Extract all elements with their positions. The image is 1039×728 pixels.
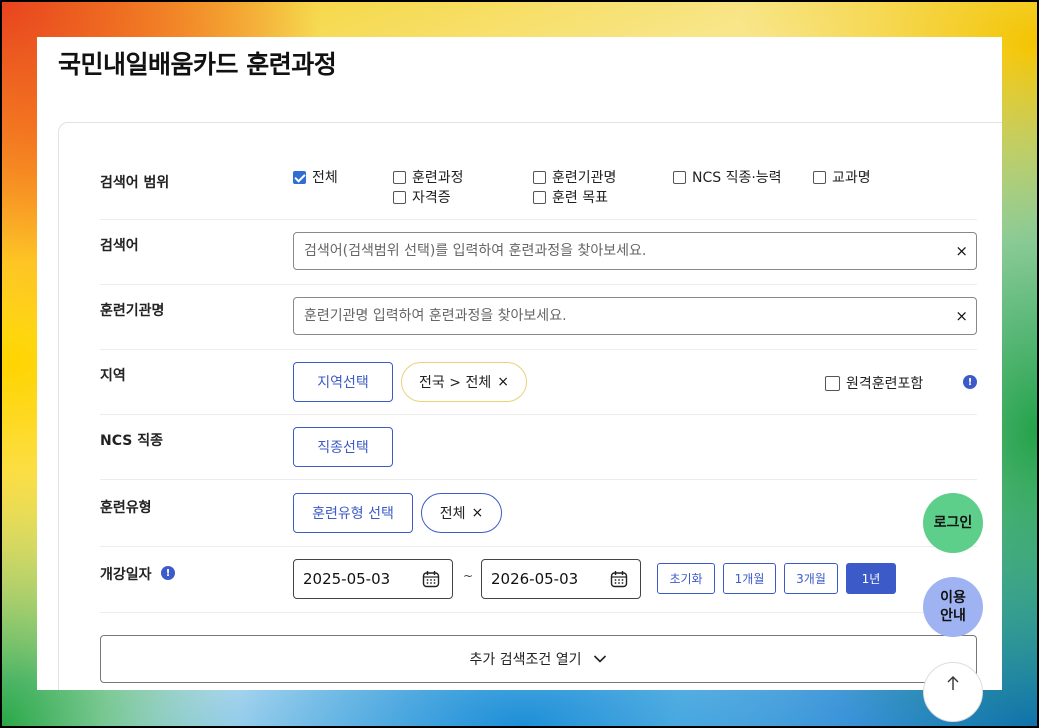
checkbox-icon[interactable] [393, 190, 406, 204]
start-date-input[interactable]: 2025-05-03 [293, 559, 453, 599]
date-reset-button[interactable]: 초기화 [657, 563, 715, 594]
checkbox-icon[interactable] [393, 170, 406, 184]
ncs-label: NCS 직종 [100, 433, 163, 449]
scope-subject-checkbox[interactable]: 교과명 [813, 167, 871, 187]
training-type-chip: 전체 × [421, 493, 502, 533]
region-row: 지역 지역선택 전국 > 전체 × 원격훈련포함 ! [100, 350, 977, 415]
guide-label-line2: 안내 [940, 608, 966, 624]
more-conditions-label: 추가 검색조건 열기 [469, 652, 582, 668]
date-3month-button[interactable]: 3개월 [784, 563, 838, 594]
keyword-input[interactable] [294, 233, 924, 269]
region-chip: 전국 > 전체 × [401, 362, 527, 402]
page-title: 국민내일배움카드 훈련과정 [58, 50, 337, 79]
remote-training-label: 원격훈련포함 [846, 376, 924, 392]
scope-course-checkbox[interactable]: 훈련과정 [393, 167, 464, 187]
end-date-input[interactable]: 2026-05-03 [481, 559, 641, 599]
keyword-field[interactable]: × [293, 232, 977, 270]
region-select-button[interactable]: 지역선택 [293, 362, 393, 402]
info-icon[interactable]: ! [963, 375, 977, 389]
main-card: 국민내일배움카드 훈련과정 검색어 범위 전체 훈련과정 훈련기관명 NCS 직… [37, 37, 1002, 690]
search-panel: 검색어 범위 전체 훈련과정 훈련기관명 NCS 직종·능력 교과명 자격증 훈… [58, 122, 1002, 690]
checkbox-icon[interactable] [533, 190, 546, 204]
scope-institution-checkbox[interactable]: 훈련기관명 [533, 167, 616, 187]
guide-button[interactable]: 이용 안내 [923, 577, 983, 637]
clear-keyword-icon[interactable]: × [955, 242, 968, 260]
clear-institution-icon[interactable]: × [955, 307, 968, 325]
checkbox-checked-icon[interactable] [293, 170, 306, 184]
scope-course-label: 훈련과정 [412, 170, 464, 186]
institution-label: 훈련기관명 [100, 303, 165, 319]
remove-training-type-icon[interactable]: × [472, 505, 484, 521]
arrow-up-icon [947, 676, 959, 690]
training-type-select-button[interactable]: 훈련유형 선택 [293, 493, 413, 533]
scope-ncs-checkbox[interactable]: NCS 직종·능력 [673, 167, 782, 187]
checkbox-icon[interactable] [825, 375, 840, 391]
scope-certificate-checkbox[interactable]: 자격증 [393, 187, 451, 207]
training-type-row: 훈련유형 훈련유형 선택 전체 × [100, 480, 977, 547]
remote-training-checkbox[interactable]: 원격훈련포함 [825, 373, 923, 393]
scroll-top-button[interactable] [923, 662, 983, 722]
scope-all-label: 전체 [312, 170, 338, 186]
more-conditions-button[interactable]: 추가 검색조건 열기 [100, 635, 977, 683]
scope-subject-label: 교과명 [832, 170, 871, 186]
institution-row: 훈련기관명 × [100, 285, 977, 350]
scope-all-checkbox[interactable]: 전체 [293, 167, 338, 187]
remove-region-icon[interactable]: × [497, 374, 509, 390]
scope-certificate-label: 자격증 [412, 190, 451, 206]
keyword-label: 검색어 [100, 238, 139, 254]
region-label: 지역 [100, 368, 126, 384]
checkbox-icon[interactable] [533, 170, 546, 184]
scope-goal-label: 훈련 목표 [552, 190, 608, 206]
scope-goal-checkbox[interactable]: 훈련 목표 [533, 187, 608, 207]
training-type-label: 훈련유형 [100, 500, 152, 516]
open-date-row: 개강일자 ! 2025-05-03 ~ 2026-05-03 초기화 1개월 3… [100, 547, 977, 613]
open-date-label: 개강일자 [100, 567, 152, 583]
end-date-value: 2026-05-03 [491, 570, 579, 588]
info-icon[interactable]: ! [161, 566, 175, 580]
checkbox-icon[interactable] [673, 170, 686, 184]
date-1year-button[interactable]: 1년 [846, 563, 896, 594]
institution-field[interactable]: × [293, 297, 977, 335]
guide-label-line1: 이용 [940, 590, 966, 606]
ncs-select-button[interactable]: 직종선택 [293, 427, 393, 467]
start-date-value: 2025-05-03 [303, 570, 391, 588]
scope-institution-label: 훈련기관명 [552, 170, 617, 186]
calendar-icon[interactable] [422, 570, 440, 588]
login-label: 로그인 [933, 515, 973, 531]
date-separator: ~ [463, 569, 474, 583]
region-chip-label: 전국 > 전체 [419, 375, 492, 391]
scope-ncs-label: NCS 직종·능력 [692, 170, 782, 186]
search-scope-row: 검색어 범위 전체 훈련과정 훈련기관명 NCS 직종·능력 교과명 자격증 훈… [100, 153, 977, 220]
chevron-down-icon [594, 655, 607, 663]
date-1month-button[interactable]: 1개월 [723, 563, 776, 594]
login-button[interactable]: 로그인 [923, 493, 983, 553]
institution-input[interactable] [294, 298, 924, 334]
keyword-row: 검색어 × [100, 220, 977, 285]
training-type-chip-label: 전체 [439, 506, 466, 522]
search-scope-label: 검색어 범위 [100, 175, 170, 191]
checkbox-icon[interactable] [813, 170, 826, 184]
calendar-icon[interactable] [610, 570, 628, 588]
ncs-row: NCS 직종 직종선택 [100, 415, 977, 480]
